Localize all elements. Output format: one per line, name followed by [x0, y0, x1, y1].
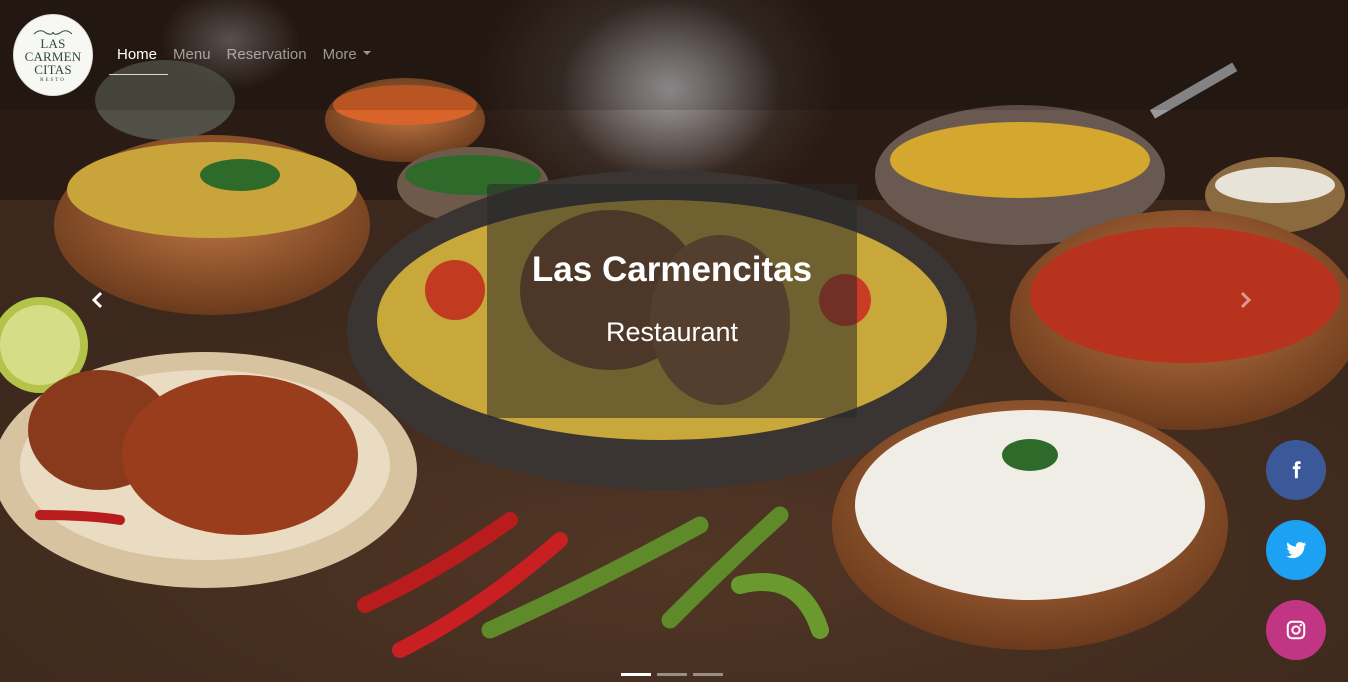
- nav-home[interactable]: Home: [117, 46, 157, 63]
- chevron-right-icon: [1240, 291, 1252, 309]
- nav-links: Home Menu Reservation More: [117, 46, 387, 63]
- nav-active-underline: [109, 74, 168, 75]
- brand-logo[interactable]: LAS CARMEN CITAS RESTO: [13, 14, 93, 96]
- logo-flourish-icon: [33, 29, 73, 35]
- carousel-indicator-2[interactable]: [657, 673, 687, 676]
- carousel-indicators: [621, 673, 723, 676]
- chevron-left-icon: [91, 291, 103, 309]
- carousel-next-button[interactable]: [1233, 290, 1257, 314]
- navbar: LAS CARMEN CITAS RESTO Home Menu Reserva…: [0, 0, 1348, 110]
- caption-subtitle: Restaurant: [605, 317, 739, 347]
- instagram-button[interactable]: [1266, 600, 1326, 660]
- twitter-icon: [1286, 541, 1307, 559]
- facebook-button[interactable]: [1266, 440, 1326, 500]
- nav-more-label: More: [322, 46, 357, 63]
- hero-carousel: LAS CARMEN CITAS RESTO Home Menu Reserva…: [0, 0, 1348, 682]
- logo-sub: RESTO: [40, 77, 66, 83]
- logo-line-2: CARMEN: [24, 48, 82, 64]
- carousel-prev-button[interactable]: [86, 290, 110, 314]
- nav-reservation[interactable]: Reservation: [227, 46, 307, 63]
- nav-more-dropdown[interactable]: More: [323, 46, 371, 63]
- nav-menu[interactable]: Menu: [173, 46, 211, 63]
- caret-down-icon: [362, 51, 371, 56]
- carousel-indicator-1[interactable]: [621, 673, 651, 676]
- twitter-button[interactable]: [1266, 520, 1326, 580]
- instagram-icon: [1286, 620, 1306, 640]
- caption-title: Las Carmencitas: [531, 250, 813, 289]
- facebook-icon: [1292, 461, 1301, 479]
- carousel-caption: Las Carmencitas Restaurant: [487, 184, 857, 418]
- logo-line-3: CITAS: [34, 61, 72, 77]
- logo-line-1: LAS: [40, 35, 66, 51]
- carousel-indicator-3[interactable]: [693, 673, 723, 676]
